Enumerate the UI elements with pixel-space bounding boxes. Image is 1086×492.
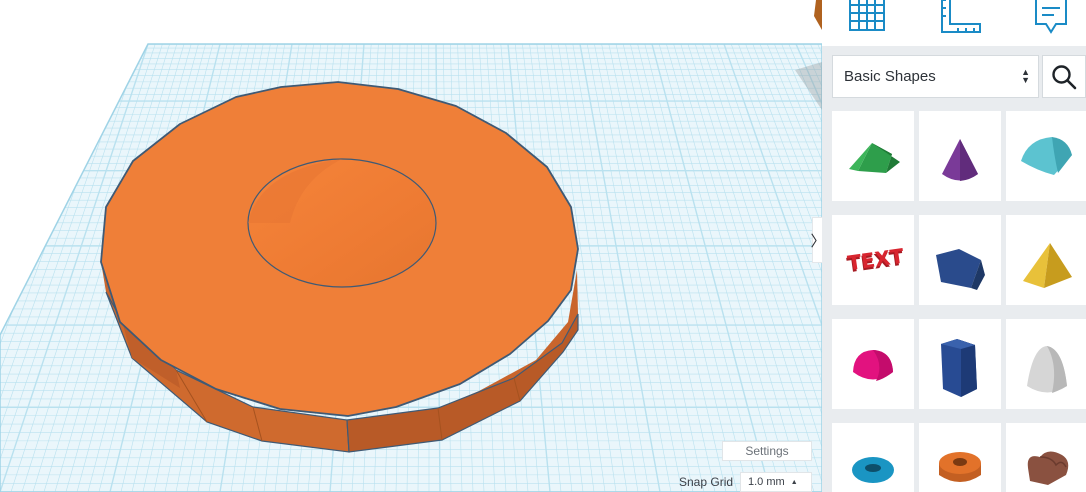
shape-cone[interactable] bbox=[919, 111, 1001, 201]
search-icon bbox=[1052, 64, 1077, 89]
torus-icon bbox=[852, 457, 894, 483]
snap-grid-label: Snap Grid bbox=[679, 475, 734, 489]
select-arrows-icon: ▲ ▼ bbox=[1021, 67, 1030, 85]
notes-icon[interactable] bbox=[1030, 0, 1074, 36]
tube-icon bbox=[939, 452, 981, 482]
shape-roof[interactable] bbox=[832, 111, 914, 201]
half-sphere-icon bbox=[853, 350, 893, 381]
shape-tube[interactable] bbox=[919, 423, 1001, 492]
paraboloid-icon bbox=[1027, 346, 1067, 393]
pyramid-icon bbox=[1023, 243, 1072, 288]
settings-button[interactable]: Settings bbox=[722, 441, 812, 461]
round-roof-icon bbox=[1021, 137, 1072, 175]
shape-pyramid[interactable] bbox=[1006, 215, 1086, 305]
snap-grid-value: 1.0 mm bbox=[748, 476, 785, 488]
polygon-icon bbox=[936, 249, 985, 290]
shape-torus[interactable] bbox=[832, 423, 914, 492]
shapes-panel: Basic Shapes ▲ ▼ TEXT TEXT bbox=[822, 0, 1086, 492]
shape-hexagonal-prism[interactable] bbox=[919, 319, 1001, 409]
shape-half-sphere[interactable] bbox=[832, 319, 914, 409]
shape-paraboloid[interactable] bbox=[1006, 319, 1086, 409]
ruler-icon[interactable] bbox=[938, 0, 982, 36]
panel-top-toolbar bbox=[822, 0, 1086, 46]
hexagonal-prism-icon bbox=[941, 339, 977, 397]
shape-category-select[interactable]: Basic Shapes ▲ ▼ bbox=[832, 55, 1039, 98]
grid-icon[interactable] bbox=[846, 0, 890, 36]
workplane-grid bbox=[0, 0, 822, 492]
caret-up-icon: ▲ bbox=[790, 478, 798, 486]
heart-icon bbox=[1027, 451, 1069, 485]
shape-round-roof[interactable] bbox=[1006, 111, 1086, 201]
snap-grid-select[interactable]: 1.0 mm ▲ bbox=[740, 472, 812, 492]
search-button[interactable] bbox=[1042, 55, 1086, 98]
shape-polygon[interactable] bbox=[919, 215, 1001, 305]
shape-text[interactable]: TEXT TEXT bbox=[832, 215, 914, 305]
roof-icon bbox=[849, 143, 900, 173]
shape-heart[interactable] bbox=[1006, 423, 1086, 492]
text-shape-icon: TEXTTEXT bbox=[845, 244, 905, 278]
shape-category-value: Basic Shapes bbox=[844, 68, 936, 85]
cone-icon bbox=[942, 139, 978, 181]
workplane-viewport[interactable]: Settings Snap Grid 1.0 mm ▲ bbox=[0, 0, 822, 492]
